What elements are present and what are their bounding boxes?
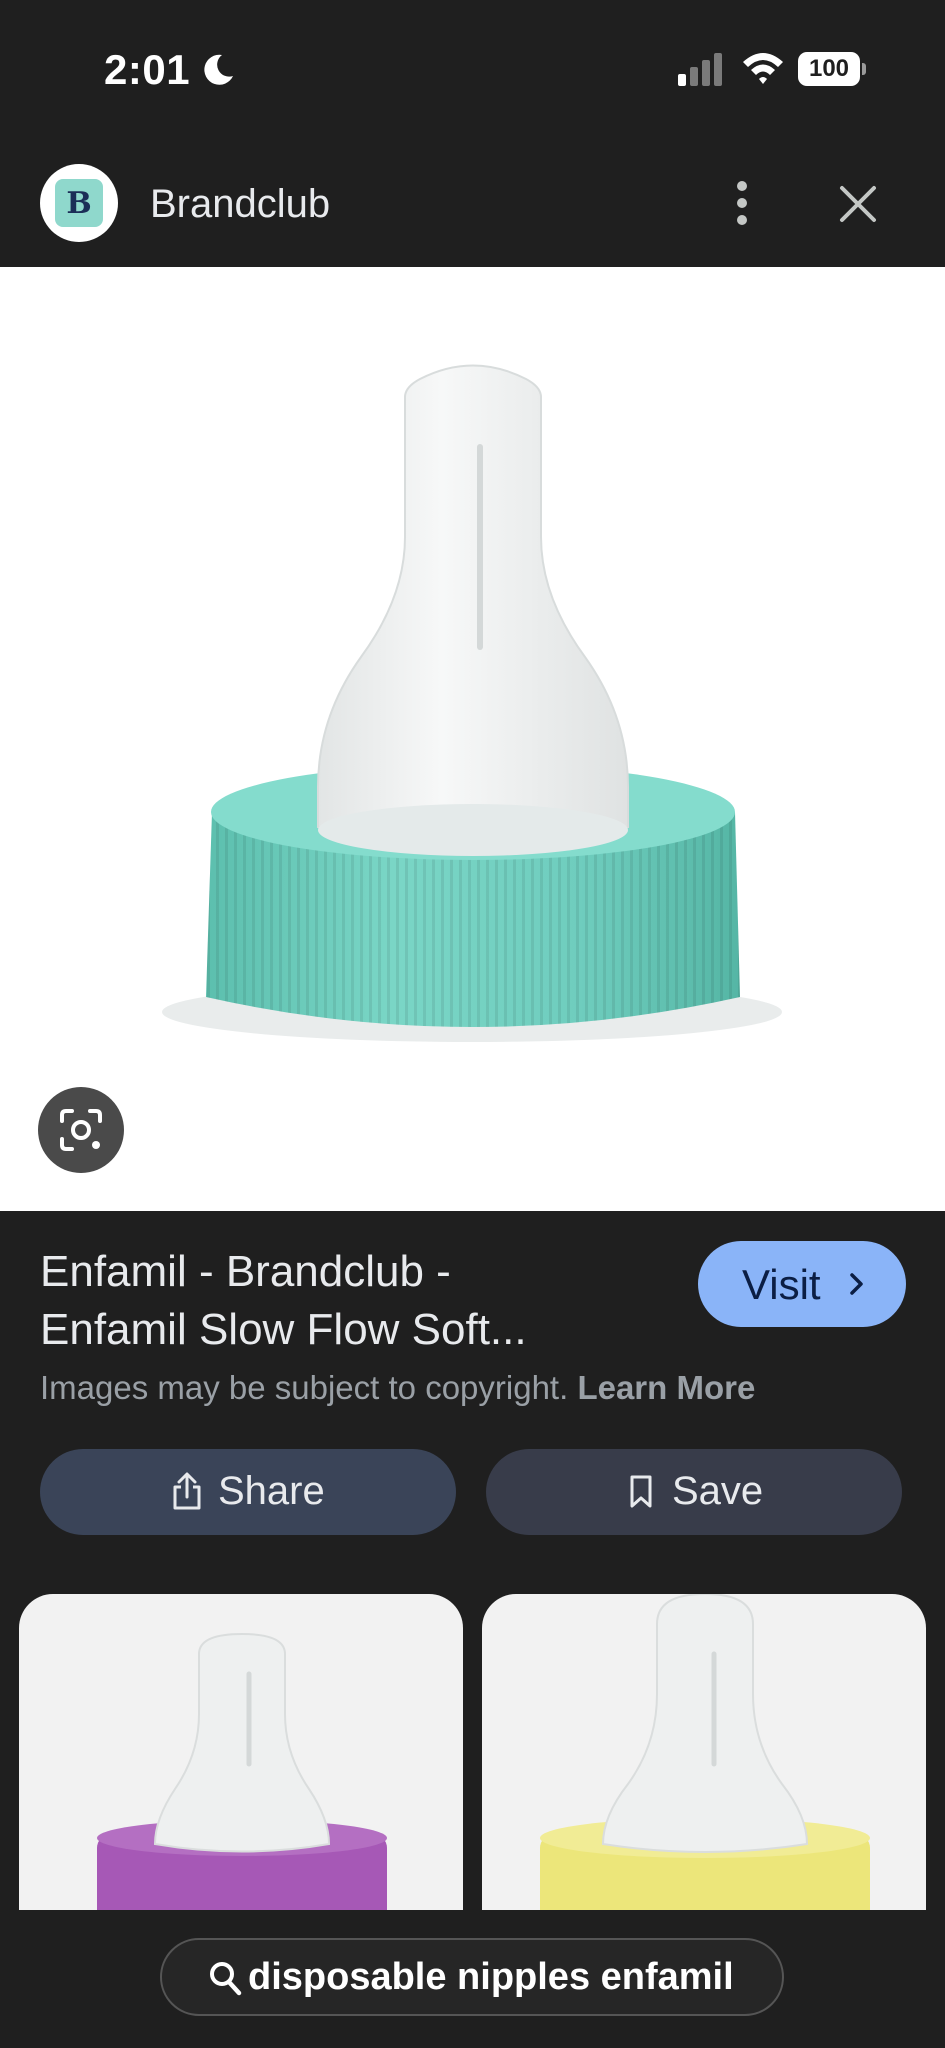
- visit-button[interactable]: Visit: [698, 1241, 906, 1327]
- more-vert-icon[interactable]: [726, 180, 758, 226]
- main-image[interactable]: [0, 267, 945, 1211]
- share-button[interactable]: Share: [40, 1449, 456, 1535]
- signal-icon: [678, 53, 722, 86]
- close-icon[interactable]: [838, 184, 878, 224]
- share-icon: [173, 1472, 201, 1510]
- related-images: [0, 1540, 945, 1910]
- result-title[interactable]: Enfamil - Brandclub - Enfamil Slow Flow …: [40, 1243, 600, 1359]
- viewer-header: B Brandclub: [0, 140, 945, 267]
- copyright-text: Images may be subject to copyright.: [40, 1369, 569, 1406]
- copyright-notice: Images may be subject to copyright. Lear…: [40, 1369, 755, 1407]
- related-image-card[interactable]: [19, 1594, 463, 1910]
- lens-button[interactable]: [38, 1087, 124, 1173]
- site-name[interactable]: Brandclub: [150, 182, 330, 227]
- battery-tip: [862, 63, 866, 75]
- battery-level: 100: [808, 55, 850, 82]
- site-logo: B: [55, 179, 103, 227]
- visit-label: Visit: [742, 1261, 821, 1308]
- related-image-card[interactable]: [482, 1594, 926, 1910]
- battery-body: 100: [798, 52, 860, 86]
- search-icon: [210, 1962, 242, 1996]
- learn-more-link[interactable]: Learn More: [577, 1369, 755, 1406]
- wifi-icon: [743, 53, 783, 84]
- search-pill[interactable]: disposable nipples enfamil: [160, 1938, 784, 2016]
- bookmark-icon: [630, 1475, 652, 1508]
- status-time: 2:01: [104, 46, 191, 93]
- save-label: Save: [672, 1469, 764, 1513]
- battery-icon: 100: [798, 52, 866, 86]
- moon-icon: [204, 54, 233, 85]
- chevron-right-icon: [850, 1273, 863, 1295]
- bottom-bar: disposable nipples enfamil: [0, 1910, 945, 2048]
- result-info: Enfamil - Brandclub - Enfamil Slow Flow …: [0, 1211, 945, 1535]
- search-query: disposable nipples enfamil: [248, 1956, 734, 1998]
- site-avatar[interactable]: B: [40, 164, 118, 242]
- lens-icon: [60, 1109, 102, 1151]
- share-label: Share: [218, 1469, 325, 1513]
- related-product-image: [97, 1632, 387, 1910]
- status-bar: 2:01 100: [0, 0, 945, 140]
- save-button[interactable]: Save: [486, 1449, 902, 1535]
- nipple-product-image: [162, 364, 782, 1042]
- site-logo-letter: B: [66, 186, 92, 221]
- related-product-image: [540, 1594, 870, 1910]
